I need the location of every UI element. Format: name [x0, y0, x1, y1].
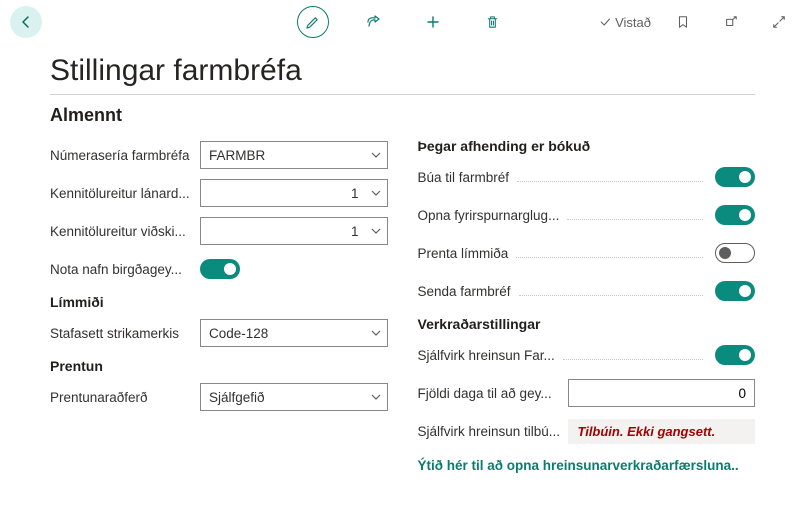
- chevron-down-icon: [371, 226, 381, 236]
- number-series-label: Númerasería farmbréfa: [50, 148, 190, 163]
- number-series-value: FARMBR: [209, 148, 265, 163]
- open-cleanup-link[interactable]: Ýtið hér til að opna hreinsunarverkraðar…: [418, 458, 756, 473]
- top-toolbar: Vistað: [0, 0, 805, 44]
- page-title: Stillingar farmbréfa: [50, 54, 755, 88]
- customer-id-select[interactable]: 1: [200, 217, 388, 245]
- send-bol-label: Senda farmbréf: [418, 284, 511, 299]
- section-general-heading: Almennt: [50, 105, 755, 126]
- open-query-toggle[interactable]: [715, 205, 755, 225]
- create-bol-toggle[interactable]: [715, 167, 755, 187]
- share-button[interactable]: [357, 6, 389, 38]
- days-keep-input[interactable]: [568, 379, 756, 407]
- chevron-down-icon: [371, 188, 381, 198]
- right-column: Þegar afhending er bókuð Búa til farmbré…: [418, 138, 756, 473]
- back-button[interactable]: [10, 6, 42, 38]
- print-method-label: Prentunaraðferð: [50, 390, 148, 405]
- use-warehouse-name-toggle[interactable]: [200, 259, 240, 279]
- popout-button[interactable]: [715, 6, 747, 38]
- vendor-id-label: Kennitölureitur lánard...: [50, 186, 190, 201]
- chevron-down-icon: [371, 150, 381, 160]
- use-warehouse-name-label: Nota nafn birgðagey...: [50, 262, 182, 277]
- popout-icon: [724, 15, 738, 29]
- number-series-select[interactable]: FARMBR: [200, 141, 388, 169]
- auto-cleanup-status: Tilbúin. Ekki gangsett.: [568, 419, 756, 444]
- barcode-charset-label: Stafasett strikamerkis: [50, 326, 179, 341]
- share-icon: [365, 14, 381, 30]
- delete-button[interactable]: [477, 6, 509, 38]
- form-content: Númerasería farmbréfa FARMBR Kennitölure…: [0, 138, 805, 493]
- chevron-down-icon: [371, 392, 381, 402]
- saved-indicator: Vistað: [599, 15, 651, 30]
- customer-id-value: 1: [351, 224, 359, 239]
- vendor-id-value: 1: [351, 186, 359, 201]
- title-divider: [50, 94, 755, 95]
- subheading-posting: Þegar afhending er bókuð: [418, 138, 756, 154]
- auto-cleanup-label: Sjálfvirk hreinsun Far...: [418, 348, 555, 363]
- auto-cleanup-toggle[interactable]: [715, 345, 755, 365]
- subheading-printing: Prentun: [50, 358, 388, 374]
- bookmark-button[interactable]: [667, 6, 699, 38]
- print-label-label: Prenta límmiða: [418, 246, 509, 261]
- send-bol-toggle[interactable]: [715, 281, 755, 301]
- check-icon: [599, 16, 611, 28]
- edit-button[interactable]: [297, 6, 329, 38]
- chevron-down-icon: [371, 328, 381, 338]
- barcode-charset-value: Code-128: [209, 326, 268, 341]
- vendor-id-select[interactable]: 1: [200, 179, 388, 207]
- pencil-icon: [305, 15, 320, 30]
- trash-icon: [485, 15, 500, 30]
- plus-icon: [425, 14, 441, 30]
- print-method-select[interactable]: Sjálfgefið: [200, 383, 388, 411]
- print-label-toggle[interactable]: [715, 243, 755, 263]
- left-column: Númerasería farmbréfa FARMBR Kennitölure…: [50, 138, 388, 473]
- print-method-value: Sjálfgefið: [209, 390, 265, 405]
- days-keep-label: Fjöldi daga til að gey...: [418, 386, 552, 401]
- expand-icon: [772, 15, 786, 29]
- create-bol-label: Búa til farmbréf: [418, 170, 510, 185]
- expand-button[interactable]: [763, 6, 795, 38]
- new-button[interactable]: [417, 6, 449, 38]
- customer-id-label: Kennitölureitur viðski...: [50, 224, 186, 239]
- barcode-charset-select[interactable]: Code-128: [200, 319, 388, 347]
- open-query-label: Opna fyrirspurnarglug...: [418, 208, 560, 223]
- arrow-left-icon: [18, 14, 34, 30]
- bookmark-icon: [676, 15, 690, 29]
- auto-cleanup-ready-label: Sjálfvirk hreinsun tilbú...: [418, 424, 561, 439]
- subheading-label-sticker: Límmiði: [50, 294, 388, 310]
- subheading-queue: Verkraðarstillingar: [418, 316, 756, 332]
- saved-label: Vistað: [615, 15, 651, 30]
